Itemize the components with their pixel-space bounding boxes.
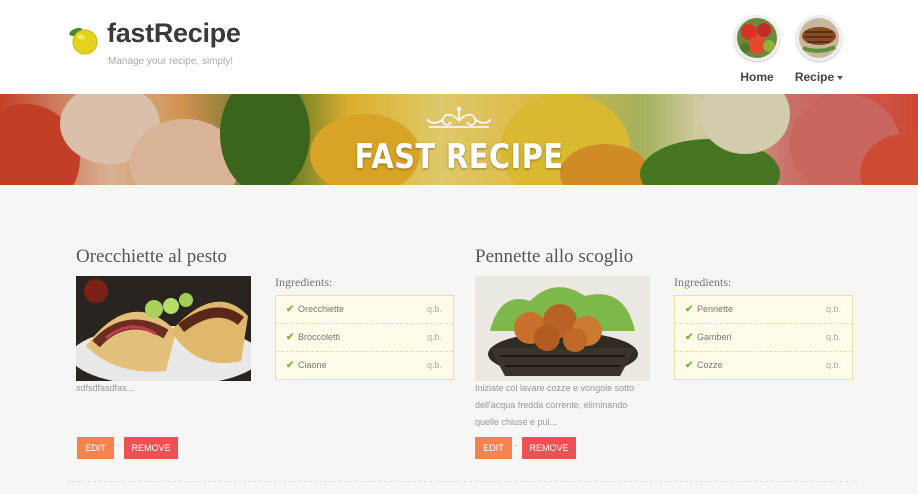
ingredient-name: Gamberi (697, 332, 732, 342)
ingredient-item: ✔ Ciaone q.b. (276, 352, 453, 379)
ingredient-name: Orecchiette (298, 304, 345, 314)
ingredient-qty: q.b. (426, 332, 442, 342)
edit-button[interactable]: EDIT (77, 437, 114, 459)
button-separator: - (116, 440, 119, 450)
tacos-photo[interactable] (76, 276, 251, 381)
ingredient-qty: q.b. (825, 304, 841, 314)
ingredient-name: Ciaone (298, 360, 327, 370)
ingredients-heading: Ingredients: (674, 275, 732, 289)
ingredient-qty: q.b. (426, 360, 442, 370)
ingredient-item: ✔ Orecchiette q.b. (276, 296, 453, 324)
recipe-title[interactable]: Orecchiette al pesto (76, 246, 227, 268)
lemon-icon[interactable] (66, 24, 100, 56)
ingredient-name: Pennette (697, 304, 734, 314)
nav-recipe-label: Recipe (794, 70, 835, 84)
check-icon: ✔ (286, 304, 295, 315)
ingredients-heading: Ingredients: (275, 275, 333, 289)
ingredient-qty: q.b. (825, 332, 841, 342)
flourish-ornament-icon (0, 105, 918, 136)
nav-recipe-dropdown[interactable]: Recipe (789, 15, 849, 84)
ingredient-item: ✔ Broccoletti q.b. (276, 324, 453, 352)
ingredient-item: ✔ Cozze q.b. (675, 352, 852, 379)
ingredients-list: ✔ Pennette q.b. ✔ Gamberi q.b. ✔ Cozze q… (674, 295, 853, 380)
content-divider (68, 481, 858, 482)
remove-button[interactable]: REMOVE (124, 437, 178, 459)
nav-home-label: Home (740, 70, 774, 84)
check-icon: ✔ (286, 332, 295, 343)
ingredient-name: Broccoletti (298, 332, 341, 342)
ingredient-item: ✔ Gamberi q.b. (675, 324, 852, 352)
grilled-meat-thumbnail (796, 15, 842, 61)
vegetables-thumbnail (734, 15, 780, 61)
banner-title: FAST RECIPE (354, 137, 564, 177)
brand-name[interactable]: fastRecipe (107, 18, 241, 49)
ingredients-list: ✔ Orecchiette q.b. ✔ Broccoletti q.b. ✔ … (275, 295, 454, 380)
brand-tagline: Manage your recipe, simply! (108, 56, 234, 67)
check-icon: ✔ (685, 360, 694, 371)
ingredient-item: ✔ Pennette q.b. (675, 296, 852, 324)
ingredient-qty: q.b. (426, 304, 442, 314)
check-icon: ✔ (685, 304, 694, 315)
ingredient-qty: q.b. (825, 360, 841, 370)
edit-button[interactable]: EDIT (475, 437, 512, 459)
recipe-title[interactable]: Pennette allo scoglio (475, 246, 633, 268)
nav-home[interactable]: Home (727, 15, 787, 84)
fried-chicken-basket-photo[interactable] (475, 276, 650, 381)
check-icon: ✔ (286, 360, 295, 371)
remove-button[interactable]: REMOVE (522, 437, 576, 459)
recipe-description: Iniziate col lavare cozze e vongole sott… (475, 383, 635, 427)
recipe-description: sdfsdfasdfas... (76, 383, 135, 393)
ingredient-name: Cozze (697, 360, 723, 370)
check-icon: ✔ (685, 332, 694, 343)
site-header: fastRecipe Manage your recipe, simply! H… (0, 0, 918, 95)
chevron-down-icon (837, 75, 844, 80)
button-separator: - (514, 440, 517, 450)
